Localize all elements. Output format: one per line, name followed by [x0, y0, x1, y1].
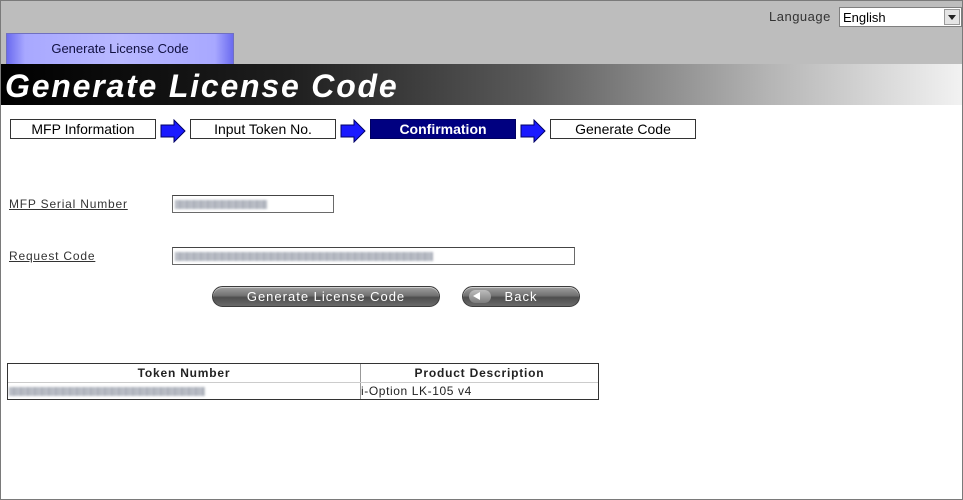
generate-button-label: Generate License Code	[246, 289, 406, 304]
tab-label: Generate License Code	[51, 41, 189, 56]
redacted-token	[9, 387, 205, 396]
serial-number-field[interactable]	[172, 195, 334, 213]
back-button[interactable]: Back	[462, 286, 580, 307]
back-button-label: Back	[504, 289, 538, 304]
step-input-token: Input Token No.	[190, 119, 336, 139]
language-label: Language	[769, 9, 831, 24]
page-title: Generate License Code	[5, 68, 399, 104]
right-arrow-icon	[340, 119, 366, 143]
chevron-down-icon[interactable]	[944, 9, 960, 25]
serial-number-label[interactable]: MFP Serial Number	[9, 197, 128, 211]
column-header-token: Token Number	[137, 366, 231, 380]
right-arrow-icon	[520, 119, 546, 143]
top-bar: Language English Generate License Code	[1, 1, 962, 64]
table-row-description: i-Option LK-105 v4	[361, 384, 472, 398]
language-select[interactable]: English	[839, 7, 962, 27]
request-code-field[interactable]	[172, 247, 575, 265]
step-generate-code: Generate Code	[550, 119, 696, 139]
table-row-token	[8, 383, 360, 399]
tab-generate-license-code[interactable]: Generate License Code	[6, 33, 234, 64]
step-mfp-information: MFP Information	[10, 119, 156, 139]
title-banner: Generate License Code	[1, 64, 962, 105]
redacted-serial	[175, 200, 267, 209]
token-table: Token Number Product Description i-Optio…	[7, 363, 599, 400]
column-header-description: Product Description	[414, 366, 545, 380]
redacted-request-code	[175, 252, 433, 261]
right-arrow-icon	[160, 119, 186, 143]
request-code-label[interactable]: Request Code	[9, 249, 95, 263]
generate-license-code-button[interactable]: Generate License Code	[212, 286, 440, 307]
back-arrow-icon	[469, 290, 491, 303]
language-selected-value: English	[843, 10, 886, 25]
step-confirmation: Confirmation	[370, 119, 516, 139]
